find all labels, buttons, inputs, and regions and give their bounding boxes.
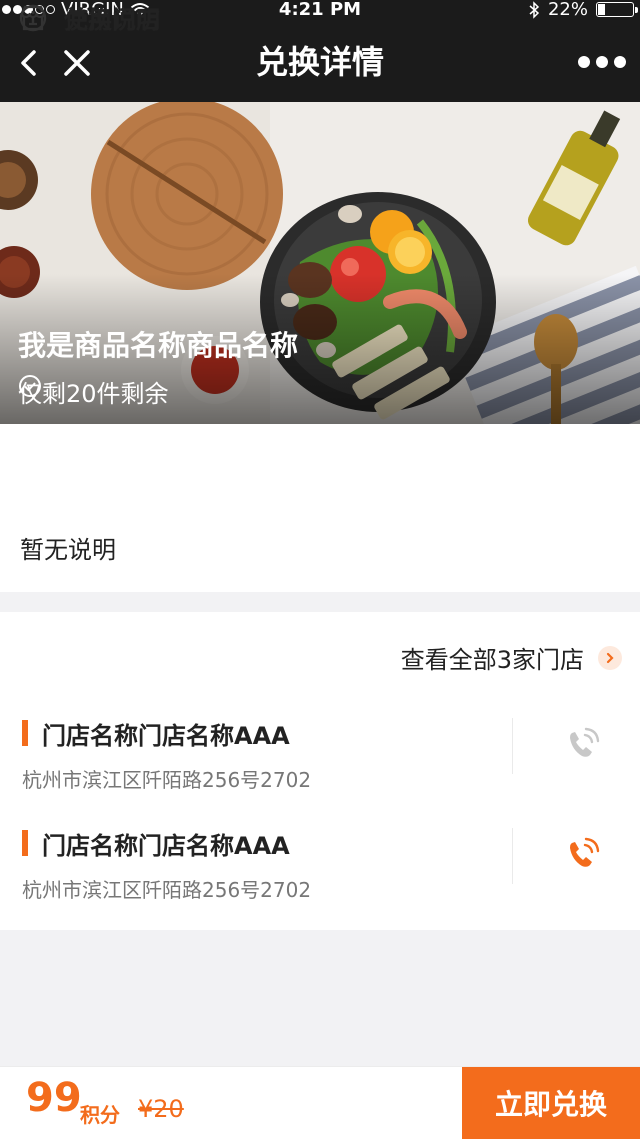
view-all-stores-link[interactable]: 查看全部3家门店 [401,640,622,675]
store-address: 杭州市滨江区阡陌路256号2702 [22,768,312,792]
points-unit: 积分 [80,1103,120,1127]
phone-icon[interactable] [560,832,606,878]
stock-remaining: 仅剩20件剩余 [18,374,169,409]
store-accent-bar [22,830,28,856]
store-name: 门店名称门店名称AAA [42,832,290,860]
check-circle-icon [19,375,41,397]
original-price: ¥20 [138,1095,184,1123]
phone-icon[interactable] [560,722,606,768]
view-all-label: 查看全部3家门店 [400,646,584,674]
chevron-right-icon [598,645,622,670]
store-item[interactable]: 门店名称门店名称AAA 杭州市滨江区阡陌路256号2702 [0,718,640,820]
store-divider [512,828,513,884]
bottom-action-bar: 99 积分 ¥20 立即兑换 [0,1066,640,1139]
battery-percent: 22% [547,0,588,20]
store-accent-bar [22,720,28,746]
redeem-now-button[interactable]: 立即兑换 [462,1067,640,1139]
stores-title: 兑换门店 [64,6,160,34]
status-right: 22% [528,0,638,20]
points-value: 99 [26,1075,82,1121]
store-name: 门店名称门店名称AAA [42,722,290,750]
store-address: 杭州市滨江区阡陌路256号2702 [22,878,312,902]
more-dots-icon[interactable] [578,56,626,68]
battery-fill [598,4,605,15]
store-item[interactable]: 门店名称门店名称AAA 杭州市滨江区阡陌路256号2702 [0,828,640,930]
store-divider [512,718,513,774]
bluetooth-icon [529,0,540,19]
instructions-body: 暂无说明 [20,536,116,564]
instructions-card [0,424,640,592]
store-icon [20,5,46,30]
product-name: 我是商品名称商品名称 [18,329,299,362]
product-hero: 我是商品名称商品名称 仅剩20件剩余 [0,102,640,424]
battery-icon [596,2,638,17]
stores-header: 兑换门店 [18,0,160,35]
